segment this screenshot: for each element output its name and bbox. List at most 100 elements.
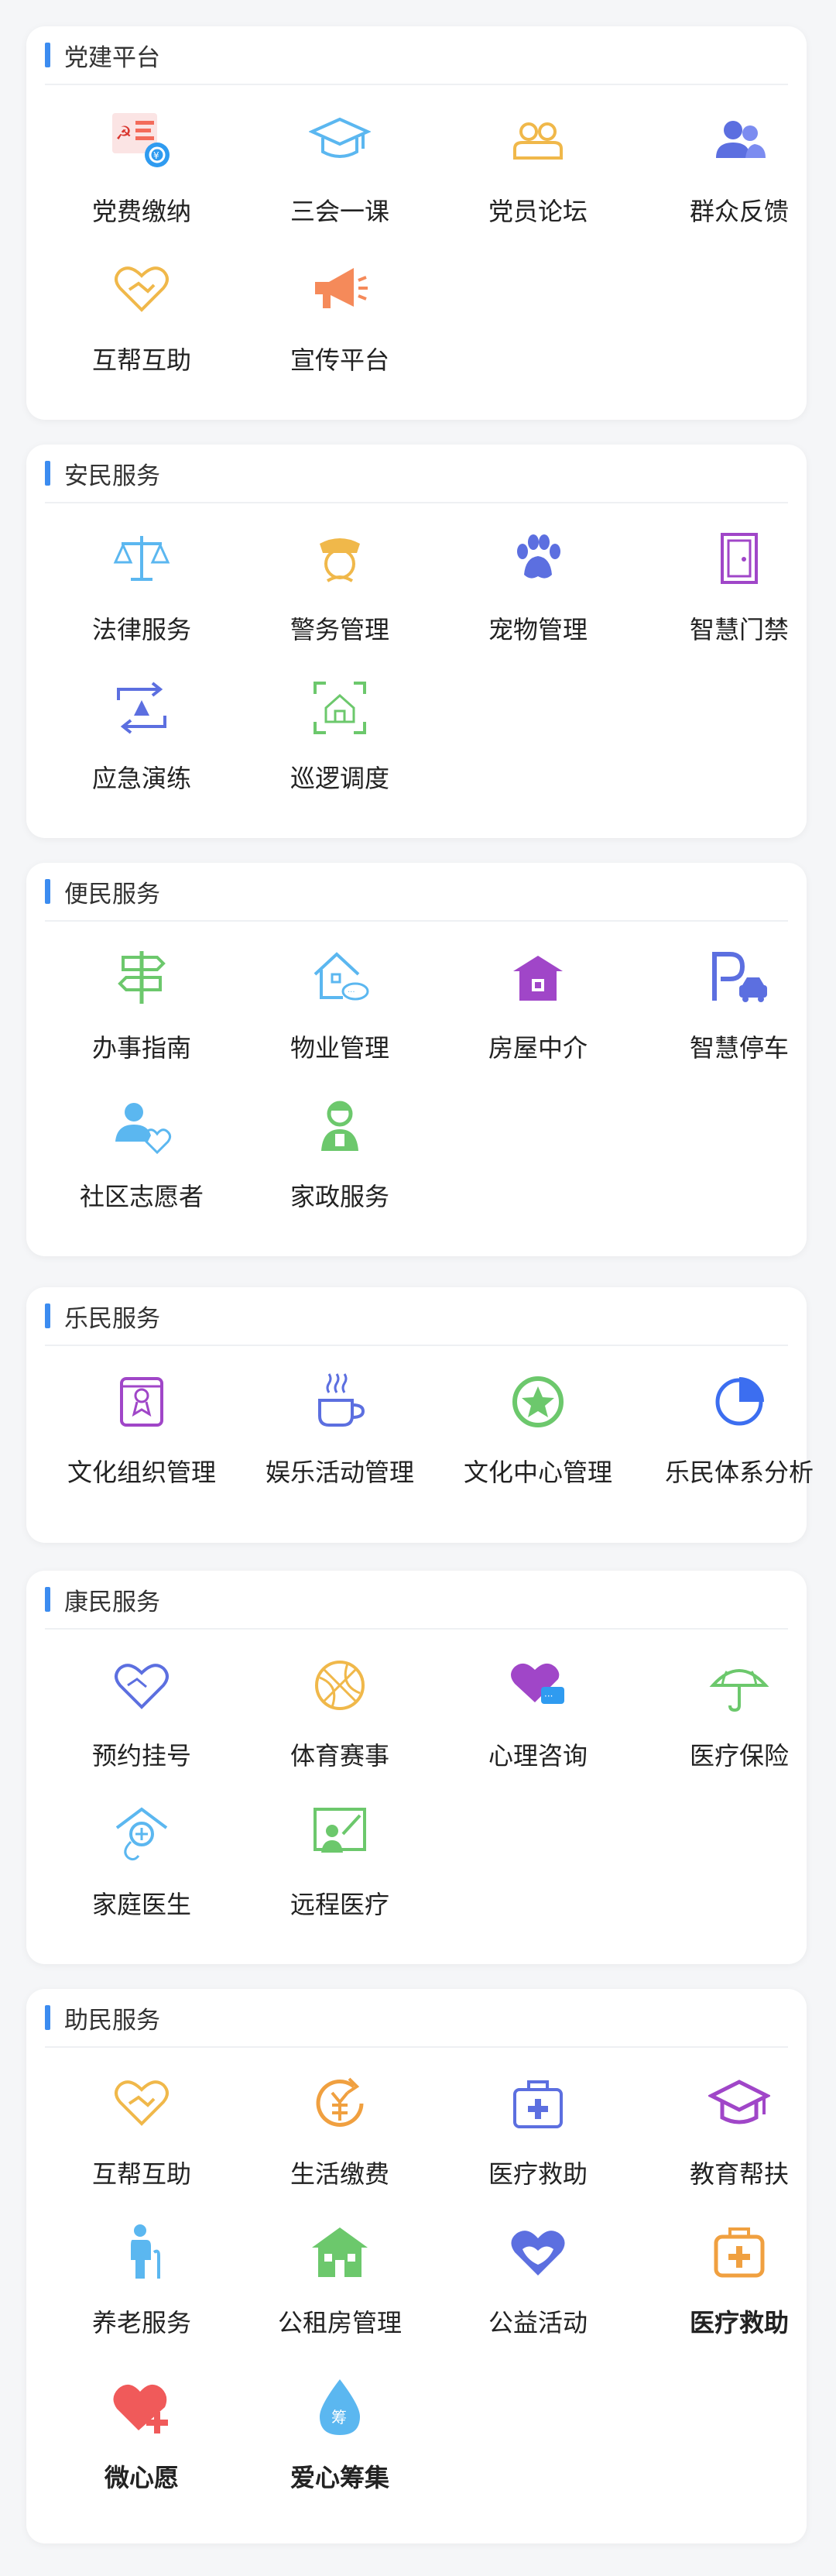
- service-item-label: 互帮互助: [91, 2159, 191, 2189]
- service-item-label: 房屋中介: [488, 1033, 588, 1063]
- service-item[interactable]: 办事指南: [45, 933, 238, 1064]
- section-accent-bar: [45, 2005, 50, 2030]
- svg-text:···: ···: [348, 988, 355, 997]
- service-item[interactable]: 房屋中介: [441, 933, 635, 1064]
- pie-chart-icon: [702, 1365, 776, 1439]
- property-icon: ···: [303, 940, 377, 1015]
- paw-icon: [501, 522, 575, 596]
- service-item[interactable]: 家政服务: [243, 1081, 437, 1213]
- service-item-label: 公益活动: [488, 2308, 588, 2337]
- service-item[interactable]: 警务管理: [243, 514, 437, 646]
- service-item-label: 养老服务: [91, 2308, 191, 2337]
- service-item[interactable]: 应急演练: [45, 663, 238, 795]
- svg-text:···: ···: [544, 1691, 553, 1702]
- service-item-label: 群众反馈: [689, 197, 789, 226]
- service-item[interactable]: 党员论坛: [441, 96, 635, 228]
- service-item-label: 公租房管理: [277, 2308, 402, 2337]
- service-item[interactable]: 巡逻调度: [243, 663, 437, 795]
- service-item-label: 巡逻调度: [290, 764, 389, 793]
- section-header: 便民服务: [45, 863, 788, 922]
- service-item-label: 智慧停车: [689, 1033, 789, 1063]
- section-header: 安民服务: [45, 445, 788, 503]
- service-item[interactable]: 智慧停车: [642, 933, 836, 1064]
- service-item-label: 预约挂号: [91, 1741, 191, 1771]
- service-item[interactable]: 生活缴费: [243, 2059, 437, 2190]
- section-card: 康民服务预约挂号 体育赛事 ··· 心理咨询 医疗保险家庭医生 远程医疗: [26, 1571, 807, 1964]
- section-card: 助民服务 互帮互助 生活缴费 医疗救助 教育帮扶 养老服务 公租房管理 公益活动 医疗救助 微心愿…: [26, 1989, 807, 2543]
- service-item[interactable]: 远程医疗: [243, 1789, 437, 1921]
- service-item[interactable]: 互帮互助: [45, 2059, 238, 2190]
- section-header: 乐民服务: [45, 1287, 788, 1346]
- service-item-label: 宣传平台: [290, 345, 389, 375]
- service-item[interactable]: 文化组织管理: [45, 1357, 238, 1489]
- first-aid-icon: [702, 2215, 776, 2289]
- housekeeping-icon: [303, 1089, 377, 1163]
- service-item-label: 应急演练: [91, 764, 191, 793]
- section-card: 便民服务办事指南 ··· 物业管理 房屋中介 智慧停车社区志愿者 家政服务: [26, 863, 807, 1256]
- service-item-label: 微心愿: [104, 2463, 179, 2492]
- police-icon: [303, 522, 377, 596]
- service-item[interactable]: ☭ ¥ 党费缴纳: [45, 96, 238, 228]
- service-item[interactable]: 公益活动: [441, 2207, 635, 2339]
- service-item-label: 生活缴费: [290, 2159, 389, 2189]
- service-item-label: 宠物管理: [488, 615, 588, 644]
- heart-hands-icon: [104, 2066, 179, 2141]
- section-title: 助民服务: [64, 2006, 160, 2035]
- svg-text:筹: 筹: [331, 2408, 347, 2427]
- service-item[interactable]: 宠物管理: [441, 514, 635, 646]
- service-item-label: 党费缴纳: [91, 197, 191, 226]
- section-title: 乐民服务: [64, 1304, 160, 1333]
- service-item[interactable]: 预约挂号: [45, 1640, 238, 1772]
- service-item-label: 智慧门禁: [689, 615, 789, 644]
- service-item[interactable]: 宣传平台: [243, 245, 437, 376]
- section-accent-bar: [45, 43, 50, 67]
- service-item[interactable]: 养老服务: [45, 2207, 238, 2339]
- service-item[interactable]: 互帮互助: [45, 245, 238, 376]
- service-item[interactable]: 文化中心管理: [441, 1357, 635, 1489]
- service-item-label: 医疗保险: [689, 1741, 789, 1771]
- payment-icon: [303, 2066, 377, 2141]
- heart-hands-icon: [104, 252, 179, 327]
- service-item-label: 物业管理: [290, 1033, 389, 1063]
- service-item-label: 社区志愿者: [79, 1182, 204, 1211]
- service-item-label: 医疗救助: [689, 2308, 789, 2337]
- service-item[interactable]: 医疗救助: [642, 2207, 836, 2339]
- service-item[interactable]: 医疗救助: [441, 2059, 635, 2190]
- service-item[interactable]: 智慧门禁: [642, 514, 836, 646]
- service-item-label: 体育赛事: [290, 1741, 389, 1771]
- service-item-label: 文化中心管理: [463, 1458, 612, 1487]
- public-housing-icon: [303, 2215, 377, 2289]
- service-item[interactable]: 社区志愿者: [45, 1081, 238, 1213]
- service-item[interactable]: 群众反馈: [642, 96, 836, 228]
- service-item[interactable]: ··· 物业管理: [243, 933, 437, 1064]
- service-item-label: 党员论坛: [488, 197, 588, 226]
- service-item-label: 医疗救助: [488, 2159, 588, 2189]
- section-title: 便民服务: [64, 880, 160, 908]
- service-item[interactable]: 微心愿: [45, 2362, 238, 2494]
- service-item[interactable]: ··· 心理咨询: [441, 1640, 635, 1772]
- service-item[interactable]: 公租房管理: [243, 2207, 437, 2339]
- service-item[interactable]: 三会一课: [243, 96, 437, 228]
- heart-outline-icon: [104, 1648, 179, 1722]
- service-item[interactable]: 家庭医生: [45, 1789, 238, 1921]
- section-accent-bar: [45, 1303, 50, 1328]
- service-item[interactable]: 筹爱心筹集: [243, 2362, 437, 2494]
- umbrella-icon: [702, 1648, 776, 1722]
- service-item[interactable]: 娱乐活动管理: [243, 1357, 437, 1489]
- service-item[interactable]: 医疗保险: [642, 1640, 836, 1772]
- patrol-icon: [303, 671, 377, 745]
- emergency-icon: [104, 671, 179, 745]
- service-item-label: 警务管理: [290, 615, 389, 644]
- section-title: 党建平台: [64, 43, 160, 72]
- family-doctor-icon: [104, 1797, 179, 1871]
- graduation-cap-icon: [303, 104, 377, 178]
- education-icon: [702, 2066, 776, 2141]
- service-item[interactable]: 法律服务: [45, 514, 238, 646]
- wish-heart-icon: [104, 2370, 179, 2444]
- service-item[interactable]: 教育帮扶: [642, 2059, 836, 2190]
- service-item[interactable]: 乐民体系分析: [642, 1357, 836, 1489]
- signpost-icon: [104, 940, 179, 1015]
- section-title: 康民服务: [64, 1588, 160, 1616]
- service-item-label: 办事指南: [91, 1033, 191, 1063]
- service-item[interactable]: 体育赛事: [243, 1640, 437, 1772]
